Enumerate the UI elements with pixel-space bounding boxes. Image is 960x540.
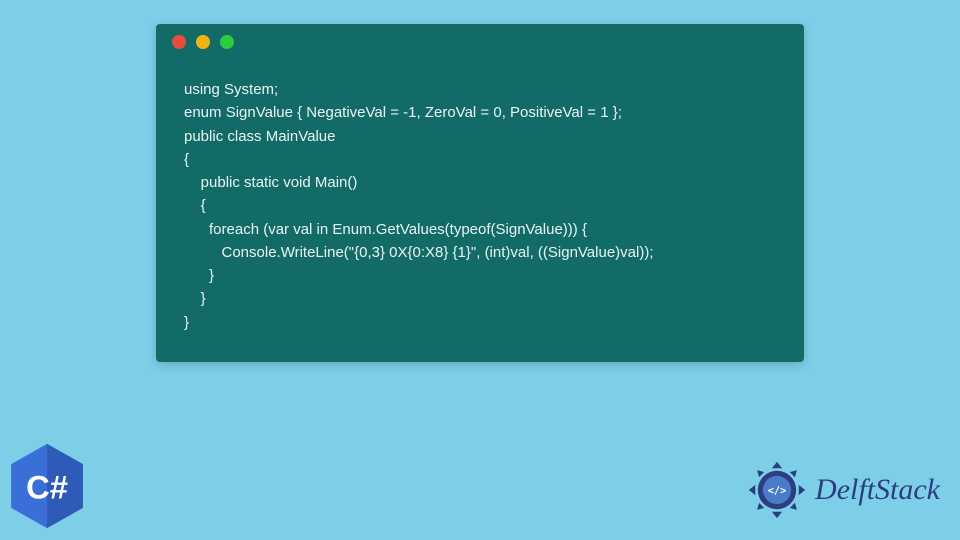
brand-name: DelftStack <box>815 473 940 507</box>
minimize-icon <box>196 35 210 49</box>
code-line: public class MainValue <box>184 125 776 148</box>
code-line: { <box>184 148 776 171</box>
svg-text:C#: C# <box>26 468 68 505</box>
maximize-icon <box>220 35 234 49</box>
code-line: { <box>184 194 776 217</box>
code-line: enum SignValue { NegativeVal = -1, ZeroV… <box>184 101 776 124</box>
code-line: } <box>184 264 776 287</box>
close-icon <box>172 35 186 49</box>
svg-text:</>: </> <box>768 485 787 497</box>
code-line: public static void Main() <box>184 171 776 194</box>
code-line: foreach (var val in Enum.GetValues(typeo… <box>184 218 776 241</box>
window-titlebar <box>156 24 804 60</box>
code-line: Console.WriteLine("{0,3} 0X{0:X8} {1}", … <box>184 241 776 264</box>
code-line: } <box>184 311 776 334</box>
code-window: using System; enum SignValue { NegativeV… <box>156 24 804 362</box>
code-body: using System; enum SignValue { NegativeV… <box>156 60 804 362</box>
csharp-badge-icon: C# <box>8 442 86 530</box>
brand-logo: </> DelftStack <box>745 458 940 522</box>
brand-gear-icon: </> <box>745 458 809 522</box>
code-line: } <box>184 287 776 310</box>
code-line: using System; <box>184 78 776 101</box>
